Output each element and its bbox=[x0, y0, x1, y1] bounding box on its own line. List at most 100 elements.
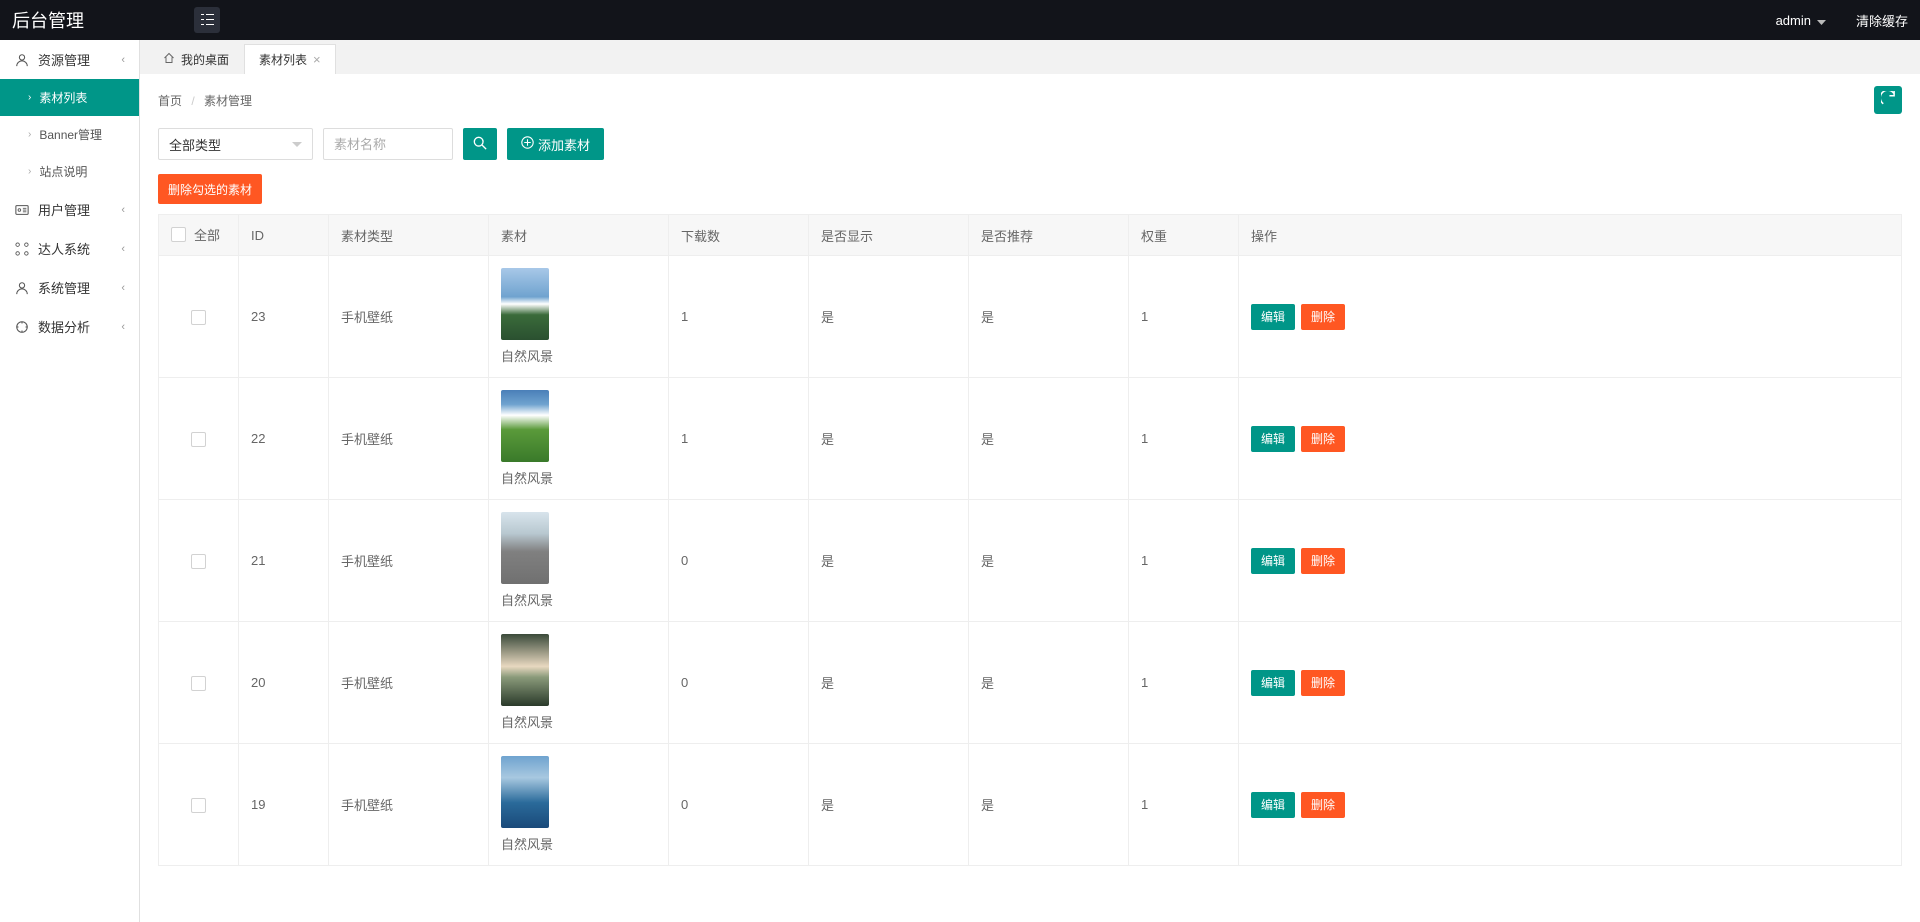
cell-visible: 是 bbox=[809, 378, 969, 500]
material-thumbnail[interactable] bbox=[501, 390, 549, 462]
material-title: 自然风景 bbox=[501, 712, 656, 731]
menu-icon bbox=[201, 13, 214, 28]
cell-weight: 1 bbox=[1129, 744, 1239, 866]
delete-button[interactable]: 删除 bbox=[1301, 304, 1345, 330]
sidebar-item-master-sys[interactable]: 达人系统‹ bbox=[0, 229, 139, 268]
material-title: 自然风景 bbox=[501, 590, 656, 609]
cell-id: 21 bbox=[239, 500, 329, 622]
col-header-visible: 是否显示 bbox=[809, 215, 969, 256]
cell-visible: 是 bbox=[809, 500, 969, 622]
material-thumbnail[interactable] bbox=[501, 756, 549, 828]
cell-type: 手机壁纸 bbox=[329, 744, 489, 866]
cell-actions: 编辑删除 bbox=[1239, 744, 1902, 866]
search-icon bbox=[473, 136, 487, 153]
cell-downloads: 0 bbox=[669, 500, 809, 622]
sidebar-item-label: 系统管理 bbox=[38, 278, 90, 297]
cell-actions: 编辑删除 bbox=[1239, 378, 1902, 500]
sidebar-subitem-label: 站点说明 bbox=[39, 163, 87, 180]
material-thumbnail[interactable] bbox=[501, 634, 549, 706]
home-icon bbox=[163, 52, 175, 67]
chevron-down-icon bbox=[1817, 13, 1826, 28]
badge-icon bbox=[14, 203, 30, 217]
edit-button[interactable]: 编辑 bbox=[1251, 304, 1295, 330]
table-row: 19手机壁纸自然风景0是是1编辑删除 bbox=[159, 744, 1902, 866]
sidebar-subitem-material-list[interactable]: ›素材列表 bbox=[0, 79, 139, 116]
search-input[interactable] bbox=[323, 128, 453, 160]
main-area: 我的桌面 素材列表 × 首页 / 素材管理 全部类型 bbox=[140, 40, 1920, 922]
edit-button[interactable]: 编辑 bbox=[1251, 670, 1295, 696]
tab-label: 素材列表 bbox=[259, 51, 307, 68]
delete-button[interactable]: 删除 bbox=[1301, 548, 1345, 574]
sidebar-item-label: 数据分析 bbox=[38, 317, 90, 336]
add-material-button[interactable]: 添加素材 bbox=[507, 128, 604, 160]
cell-visible: 是 bbox=[809, 256, 969, 378]
breadcrumb-item: 素材管理 bbox=[204, 94, 252, 108]
chevron-left-icon: ‹ bbox=[121, 243, 125, 255]
edit-button[interactable]: 编辑 bbox=[1251, 548, 1295, 574]
chevron-right-icon: › bbox=[28, 129, 31, 140]
content-panel: 首页 / 素材管理 全部类型 bbox=[140, 74, 1920, 922]
row-checkbox[interactable] bbox=[191, 432, 206, 447]
breadcrumb: 首页 / 素材管理 bbox=[158, 92, 252, 109]
close-icon[interactable]: × bbox=[313, 52, 321, 67]
delete-selected-button[interactable]: 删除勾选的素材 bbox=[158, 174, 262, 204]
edit-button[interactable]: 编辑 bbox=[1251, 792, 1295, 818]
delete-button[interactable]: 删除 bbox=[1301, 426, 1345, 452]
delete-button[interactable]: 删除 bbox=[1301, 670, 1345, 696]
col-header-actions: 操作 bbox=[1239, 215, 1902, 256]
cell-recommended: 是 bbox=[969, 622, 1129, 744]
add-button-label: 添加素材 bbox=[538, 135, 590, 154]
sidebar-item-data-analysis[interactable]: 数据分析‹ bbox=[0, 307, 139, 346]
sidebar-subitem-site-desc[interactable]: ›站点说明 bbox=[0, 153, 139, 190]
col-header-weight: 权重 bbox=[1129, 215, 1239, 256]
material-thumbnail[interactable] bbox=[501, 512, 549, 584]
table-row: 20手机壁纸自然风景0是是1编辑删除 bbox=[159, 622, 1902, 744]
breadcrumb-item[interactable]: 首页 bbox=[158, 94, 182, 108]
tab-material-list[interactable]: 素材列表 × bbox=[244, 44, 336, 74]
cell-visible: 是 bbox=[809, 622, 969, 744]
col-header-id: ID bbox=[239, 215, 329, 256]
table-row: 22手机壁纸自然风景1是是1编辑删除 bbox=[159, 378, 1902, 500]
tab-label: 我的桌面 bbox=[181, 51, 229, 68]
material-table: 全部 ID 素材类型 素材 下载数 是否显示 是否推荐 权重 操作 23手机壁纸… bbox=[158, 214, 1902, 866]
user-icon bbox=[14, 281, 30, 295]
sidebar-toggle-button[interactable] bbox=[194, 7, 220, 33]
cell-id: 20 bbox=[239, 622, 329, 744]
sidebar-subitem-banner-mgmt[interactable]: ›Banner管理 bbox=[0, 116, 139, 153]
cell-weight: 1 bbox=[1129, 622, 1239, 744]
grid-icon bbox=[14, 242, 30, 256]
tab-bar: 我的桌面 素材列表 × bbox=[140, 40, 1920, 74]
cell-type: 手机壁纸 bbox=[329, 378, 489, 500]
type-select[interactable]: 全部类型 bbox=[158, 128, 313, 160]
sidebar-item-user-mgmt[interactable]: 用户管理‹ bbox=[0, 190, 139, 229]
cell-weight: 1 bbox=[1129, 256, 1239, 378]
row-checkbox[interactable] bbox=[191, 798, 206, 813]
cell-actions: 编辑删除 bbox=[1239, 256, 1902, 378]
type-select-value: 全部类型 bbox=[169, 135, 292, 154]
col-header-downloads: 下载数 bbox=[669, 215, 809, 256]
search-button[interactable] bbox=[463, 128, 497, 160]
cell-downloads: 1 bbox=[669, 378, 809, 500]
row-checkbox[interactable] bbox=[191, 554, 206, 569]
tab-desktop[interactable]: 我的桌面 bbox=[148, 44, 244, 74]
clear-cache-button[interactable]: 清除缓存 bbox=[1856, 11, 1908, 30]
refresh-button[interactable] bbox=[1874, 86, 1902, 114]
refresh-icon bbox=[1881, 91, 1896, 110]
delete-button[interactable]: 删除 bbox=[1301, 792, 1345, 818]
select-all-checkbox[interactable] bbox=[171, 227, 186, 242]
plus-icon bbox=[521, 136, 534, 152]
cell-id: 22 bbox=[239, 378, 329, 500]
user-menu[interactable]: admin bbox=[1776, 13, 1826, 28]
cell-recommended: 是 bbox=[969, 378, 1129, 500]
material-thumbnail[interactable] bbox=[501, 268, 549, 340]
cell-actions: 编辑删除 bbox=[1239, 500, 1902, 622]
sidebar-item-sys-mgmt[interactable]: 系统管理‹ bbox=[0, 268, 139, 307]
user-name: admin bbox=[1776, 13, 1811, 28]
sidebar-item-resource[interactable]: 资源管理‹ bbox=[0, 40, 139, 79]
row-checkbox[interactable] bbox=[191, 676, 206, 691]
cell-recommended: 是 bbox=[969, 500, 1129, 622]
edit-button[interactable]: 编辑 bbox=[1251, 426, 1295, 452]
sidebar: 资源管理‹›素材列表›Banner管理›站点说明用户管理‹达人系统‹系统管理‹数… bbox=[0, 40, 140, 922]
target-icon bbox=[14, 320, 30, 334]
row-checkbox[interactable] bbox=[191, 310, 206, 325]
